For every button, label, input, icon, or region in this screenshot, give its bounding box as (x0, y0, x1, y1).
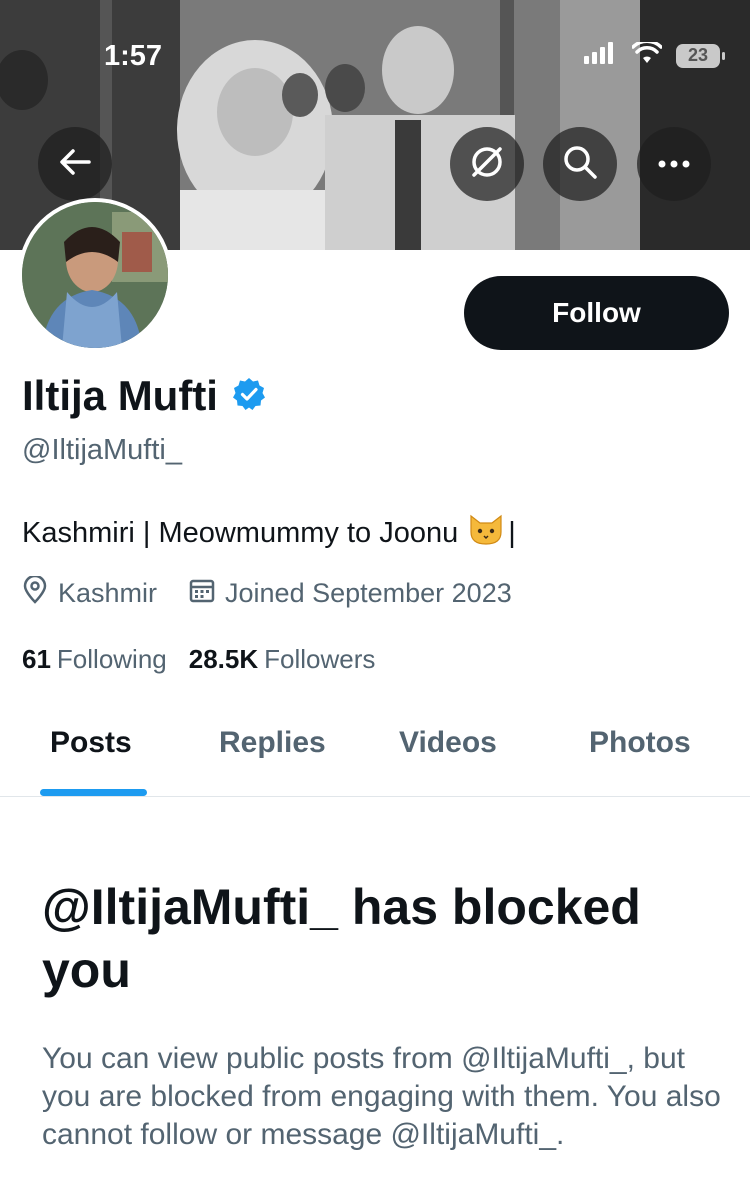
more-button[interactable] (637, 127, 711, 201)
profile-stats: 61 Following 28.5K Followers (22, 644, 397, 675)
arrow-left-icon (59, 148, 91, 181)
more-horizontal-icon (658, 155, 690, 173)
search-button[interactable] (543, 127, 617, 201)
followers-stat[interactable]: 28.5K Followers (189, 644, 376, 675)
join-date: Joined September 2023 (189, 577, 512, 610)
verified-badge-icon (232, 377, 266, 416)
profile-meta: Kashmir Joined September 2023 (22, 574, 544, 611)
followers-count: 28.5K (188, 644, 259, 674)
tab-replies[interactable]: Replies (219, 726, 326, 760)
blocked-message: You can view public posts from @IltijaMu… (42, 1042, 721, 1151)
blocked-title: @IltijaMufti_ has blocked you (42, 879, 641, 998)
location-pin-icon (22, 574, 48, 611)
bio-suffix: | (508, 516, 516, 549)
avatar[interactable] (18, 198, 172, 352)
battery-indicator: 23 (676, 43, 725, 68)
status-time: 1:57 (104, 40, 163, 72)
grok-button[interactable] (450, 127, 524, 201)
calendar-icon (189, 577, 215, 610)
following-count: 61 (22, 644, 51, 674)
cellular-signal-icon (584, 42, 618, 69)
join-date-text: Joined September 2023 (225, 578, 512, 608)
followers-label: Followers (264, 644, 376, 674)
bio-text: Kashmiri | Meowmummy to Joonu (22, 516, 459, 549)
profile-bio: Kashmiri | Meowmummy to Joonu | (22, 512, 516, 554)
profile-handle: @IltijaMufti_ (22, 434, 182, 466)
location-text: Kashmir (58, 578, 158, 608)
location: Kashmir (22, 574, 158, 611)
tab-posts[interactable]: Posts (50, 726, 132, 760)
profile-name-row: Iltija Mufti (22, 372, 266, 420)
follow-button[interactable]: Follow (464, 276, 729, 350)
profile-tabs: Posts Replies Videos Photos (0, 700, 750, 797)
following-label: Following (56, 644, 167, 674)
search-icon (562, 144, 598, 185)
display-name: Iltija Mufti (22, 372, 218, 419)
wifi-icon (631, 39, 663, 69)
back-button[interactable] (38, 127, 112, 201)
status-icons: 23 (584, 39, 725, 69)
following-stat[interactable]: 61 Following (22, 644, 167, 675)
active-tab-indicator (40, 789, 147, 796)
grok-icon (469, 144, 505, 185)
tab-videos[interactable]: Videos (399, 726, 497, 760)
tab-photos[interactable]: Photos (589, 726, 691, 760)
cat-face-icon (468, 512, 504, 554)
